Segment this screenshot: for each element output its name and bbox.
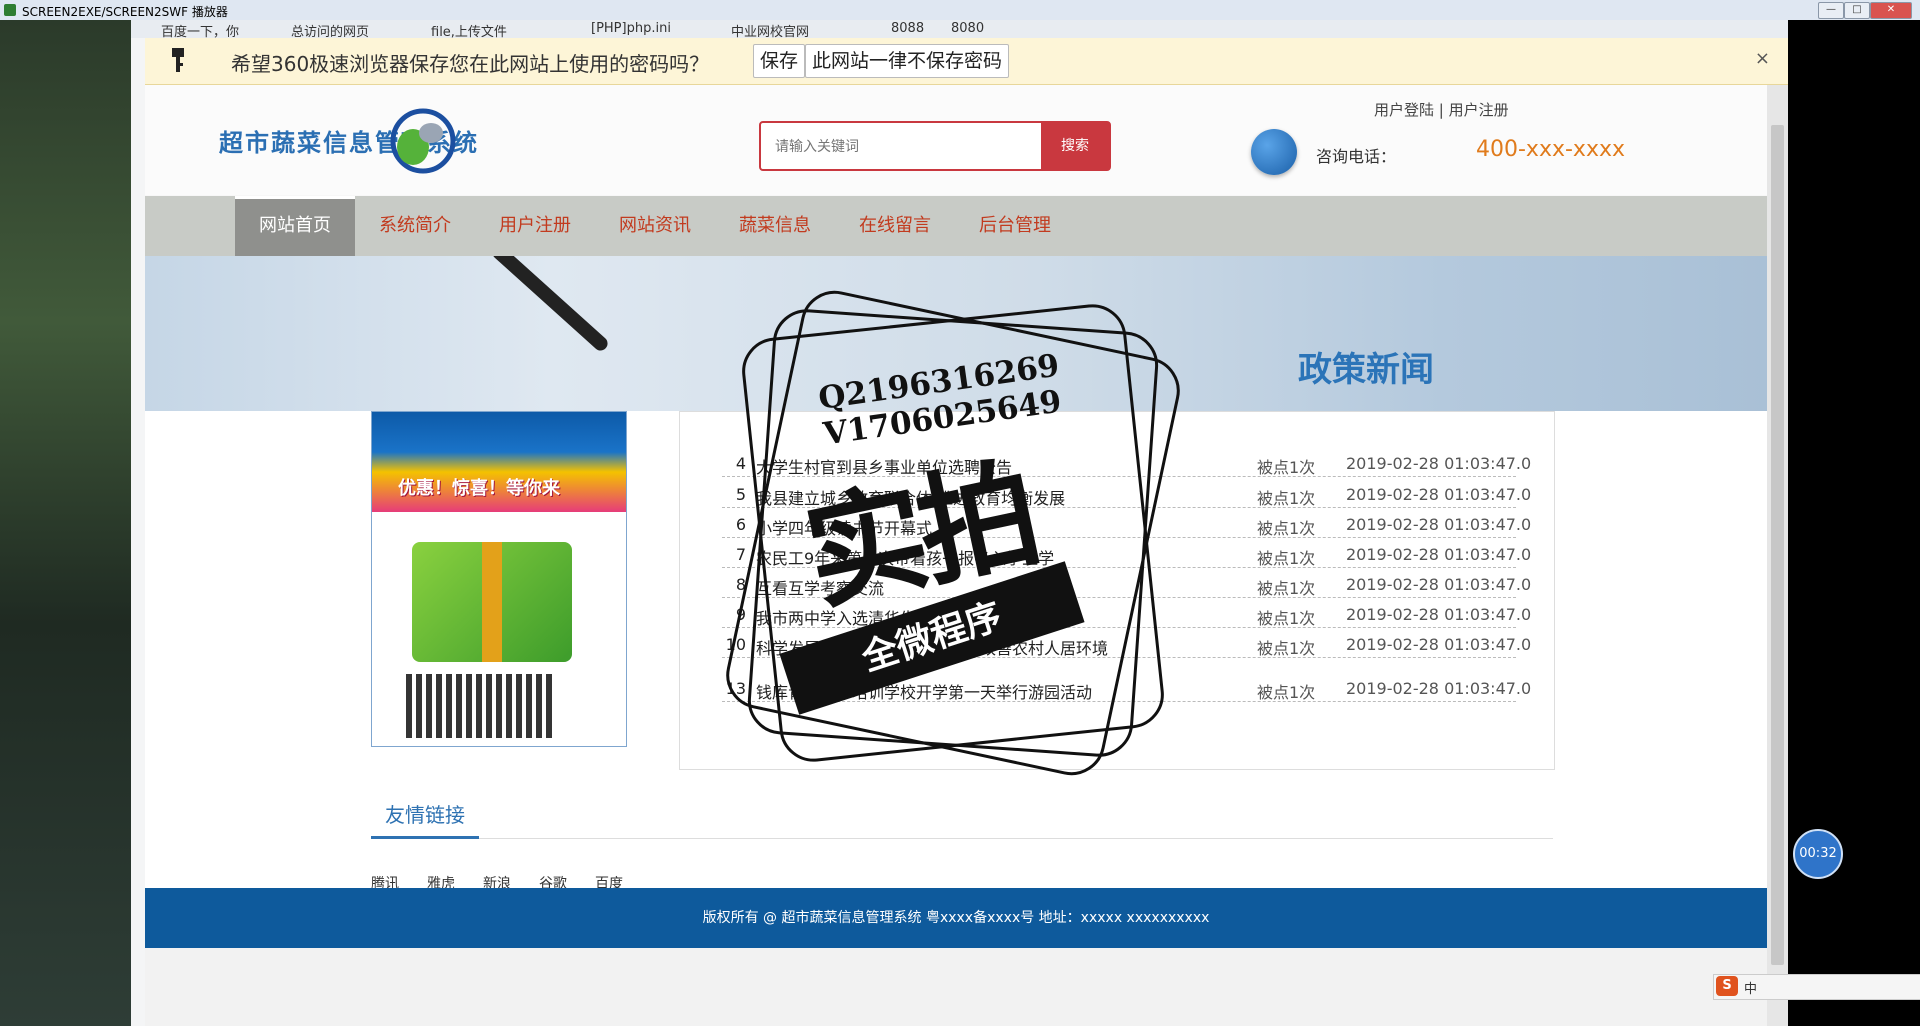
item-number: 4 xyxy=(735,454,746,473)
banner: 政策新闻 xyxy=(145,256,1767,411)
item-hits: 被点1次 xyxy=(1257,519,1316,538)
list-item[interactable]: 10 科学发展在钱库重点区域建设，改善农村人居环境 被点1次 2019-02-2… xyxy=(722,633,1531,659)
site-footer: 版权所有 @ 超市蔬菜信息管理系统 粤xxxx备xxxx号 地址：xxxxx x… xyxy=(145,888,1767,948)
close-icon[interactable]: × xyxy=(1755,48,1770,69)
item-number: 9 xyxy=(735,605,746,624)
item-date: 2019-02-28 01:03:47.0 xyxy=(1346,485,1532,504)
password-save-message: 希望360极速浏览器保存您在此网站上使用的密码吗？ xyxy=(231,52,710,76)
never-save-button[interactable]: 此网站一律不保存密码 xyxy=(805,44,1010,78)
item-date: 2019-02-28 01:03:47.0 xyxy=(1346,545,1532,564)
item-number: 7 xyxy=(735,545,746,564)
nav-item-register[interactable]: 用户注册 xyxy=(475,196,595,256)
player-title: SCREEN2EXE/SCREEN2SWF 播放器 xyxy=(22,5,228,19)
item-hits: 被点1次 xyxy=(1257,639,1316,658)
nav-item-messages[interactable]: 在线留言 xyxy=(835,196,955,256)
site-header: 超市蔬菜信息管理系统 搜索 用户登陆 | 用户注册 咨询电话： 400-xxx-… xyxy=(145,85,1767,195)
item-number: 6 xyxy=(735,515,746,534)
item-date: 2019-02-28 01:03:47.0 xyxy=(1346,515,1532,534)
auth-separator: | xyxy=(1438,101,1444,119)
browser-window: 百度一下，你 总访问的网页 file,上传文件 [PHP]php.ini 中业网… xyxy=(131,20,1788,1026)
list-item[interactable]: 9 我市两中学入选清华生源基地 被点1次 2019-02-28 01:03:47… xyxy=(722,603,1531,629)
bookmarks-bar: 百度一下，你 总访问的网页 file,上传文件 [PHP]php.ini 中业网… xyxy=(131,20,1788,40)
item-title[interactable]: 农民工9年来第一次带着孩子报名入学上学 xyxy=(756,545,1216,569)
bookmark-item[interactable]: 8088 xyxy=(891,21,924,36)
desktop-background xyxy=(0,20,131,1026)
app-icon xyxy=(4,4,16,16)
phone-number: 400-xxx-xxxx xyxy=(1476,137,1626,162)
close-button[interactable]: ✕ xyxy=(1870,2,1912,19)
scrollbar-thumb[interactable] xyxy=(1771,125,1784,965)
item-hits: 被点1次 xyxy=(1257,579,1316,598)
item-number: 13 xyxy=(725,679,746,698)
search-box: 搜索 xyxy=(759,121,1111,171)
item-title[interactable]: 小学四年级读书节开幕式 xyxy=(756,515,1216,539)
news-list: 4 大学生村官到县乡事业单位选聘公告 被点1次 2019-02-28 01:03… xyxy=(679,411,1555,770)
promo-slogan: 优惠！惊喜！等你来 xyxy=(398,478,560,499)
item-hits: 被点1次 xyxy=(1257,683,1316,702)
banner-title: 政策新闻 xyxy=(1298,350,1434,390)
sogou-icon[interactable]: S xyxy=(1716,976,1738,996)
key-icon xyxy=(172,48,184,72)
bookmark-item[interactable]: [PHP]php.ini xyxy=(591,21,671,36)
list-item[interactable]: 6 小学四年级读书节开幕式 被点1次 2019-02-28 01:03:47.0 xyxy=(722,513,1531,539)
item-number: 5 xyxy=(735,485,746,504)
password-save-bar: 希望360极速浏览器保存您在此网站上使用的密码吗？ 保存 此网站一律不保存密码 … xyxy=(145,38,1788,85)
item-hits: 被点1次 xyxy=(1257,609,1316,628)
qr-code xyxy=(406,674,556,738)
page-bottom xyxy=(145,948,1767,1026)
phone-icon xyxy=(1251,129,1297,175)
item-title[interactable]: 我市两中学入选清华生源基地 xyxy=(756,605,1216,629)
item-number: 10 xyxy=(725,635,746,654)
list-item[interactable]: 8 互看互学考察交流 被点1次 2019-02-28 01:03:47.0 xyxy=(722,573,1531,599)
phone-label: 咨询电话： xyxy=(1316,147,1397,166)
nav-item-home[interactable]: 网站首页 xyxy=(235,196,355,256)
search-input[interactable] xyxy=(761,123,1039,169)
item-title[interactable]: 我县建立城乡教育联合体 推进教育均衡发展 xyxy=(756,485,1216,509)
register-link[interactable]: 用户注册 xyxy=(1449,101,1509,119)
vertical-scrollbar[interactable] xyxy=(1767,85,1788,1026)
friend-links-title: 友情链接 xyxy=(385,803,465,827)
item-title[interactable]: 大学生村官到县乡事业单位选聘公告 xyxy=(756,454,1216,478)
item-title[interactable]: 科学发展在钱库重点区域建设，改善农村人居环境 xyxy=(756,635,1216,659)
item-hits: 被点1次 xyxy=(1257,549,1316,568)
nav-item-intro[interactable]: 系统简介 xyxy=(355,196,475,256)
item-date: 2019-02-28 01:03:47.0 xyxy=(1346,575,1532,594)
webpage: 超市蔬菜信息管理系统 搜索 用户登陆 | 用户注册 咨询电话： 400-xxx-… xyxy=(145,85,1767,1026)
ime-language[interactable]: 中 xyxy=(1744,978,1757,997)
main-nav: 网站首页 系统简介 用户注册 网站资讯 蔬菜信息 在线留言 后台管理 xyxy=(145,196,1767,256)
item-title[interactable]: 钱库青春艺术培训学校开学第一天举行游园活动 xyxy=(756,679,1216,703)
list-item[interactable]: 7 农民工9年来第一次带着孩子报名入学上学 被点1次 2019-02-28 01… xyxy=(722,543,1531,569)
gift-ribbon xyxy=(482,542,502,662)
promo-panel: 优惠！惊喜！等你来 xyxy=(371,411,627,747)
list-item[interactable]: 13 钱库青春艺术培训学校开学第一天举行游园活动 被点1次 2019-02-28… xyxy=(722,677,1531,703)
list-item[interactable]: 5 我县建立城乡教育联合体 推进教育均衡发展 被点1次 2019-02-28 0… xyxy=(722,483,1531,509)
nav-item-news[interactable]: 网站资讯 xyxy=(595,196,715,256)
player-titlebar: SCREEN2EXE/SCREEN2SWF 播放器 — □ ✕ xyxy=(0,0,1920,21)
save-password-button[interactable]: 保存 xyxy=(753,44,806,78)
search-button[interactable]: 搜索 xyxy=(1041,123,1109,169)
maximize-button[interactable]: □ xyxy=(1844,2,1870,19)
auth-links: 用户登陆 | 用户注册 xyxy=(1374,99,1509,120)
item-date: 2019-02-28 01:03:47.0 xyxy=(1346,454,1532,473)
item-date: 2019-02-28 01:03:47.0 xyxy=(1346,679,1532,698)
bookmark-item[interactable]: 8080 xyxy=(951,21,984,36)
nav-item-admin[interactable]: 后台管理 xyxy=(955,196,1075,256)
recording-timer[interactable]: 00:32 xyxy=(1793,829,1843,879)
item-hits: 被点1次 xyxy=(1257,489,1316,508)
logo-icon xyxy=(390,108,456,174)
list-item[interactable]: 4 大学生村官到县乡事业单位选聘公告 被点1次 2019-02-28 01:03… xyxy=(722,452,1531,478)
item-number: 8 xyxy=(735,575,746,594)
item-date: 2019-02-28 01:03:47.0 xyxy=(1346,605,1532,624)
minimize-button[interactable]: — xyxy=(1818,2,1844,19)
ime-toolbar: S 中 xyxy=(1713,974,1920,1000)
friend-links-divider xyxy=(371,836,1553,839)
pen-image xyxy=(489,256,611,354)
login-link[interactable]: 用户登陆 xyxy=(1374,101,1434,119)
item-title[interactable]: 互看互学考察交流 xyxy=(756,575,1216,599)
item-hits: 被点1次 xyxy=(1257,458,1316,477)
nav-item-vegetables[interactable]: 蔬菜信息 xyxy=(715,196,835,256)
item-date: 2019-02-28 01:03:47.0 xyxy=(1346,635,1532,654)
